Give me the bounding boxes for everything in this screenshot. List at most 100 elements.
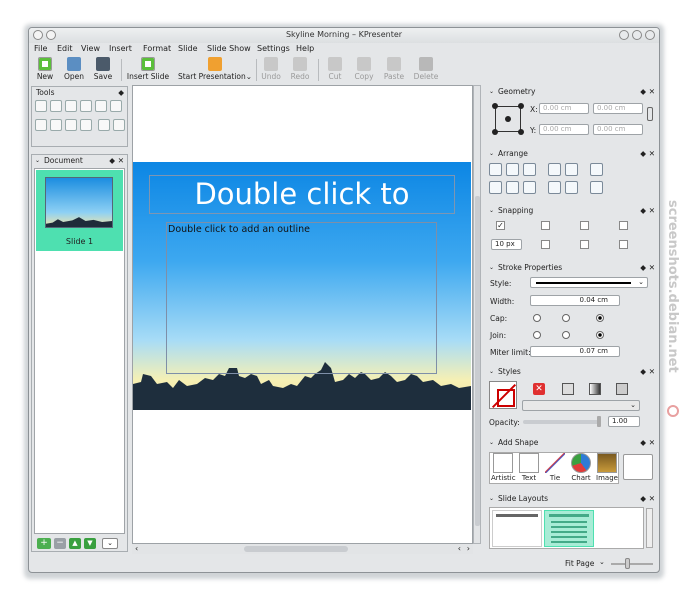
zoom-slider[interactable]: [611, 563, 653, 565]
snap-distance-field[interactable]: 10 px: [491, 239, 522, 250]
redo-button[interactable]: Redo: [288, 55, 312, 85]
height-field[interactable]: 0.00 cm: [593, 124, 643, 135]
formula-tool-icon[interactable]: [35, 119, 47, 131]
shape-collection-chooser[interactable]: [623, 454, 653, 480]
snap-orthogonal-checkbox[interactable]: [541, 221, 550, 230]
close-icon[interactable]: ✕: [649, 493, 655, 504]
vertical-scrollbar[interactable]: [473, 85, 481, 544]
path-tool-icon[interactable]: [50, 100, 62, 112]
tie-shape[interactable]: Tie: [543, 453, 567, 482]
image-shape[interactable]: Image: [595, 453, 619, 482]
group-icon[interactable]: [590, 163, 603, 176]
artistic-text-shape[interactable]: Artistic: [491, 453, 516, 482]
raise-icon[interactable]: [565, 163, 578, 176]
x-position-field[interactable]: 0.00 cm: [539, 103, 589, 114]
pencil-tool-icon[interactable]: [110, 100, 122, 112]
close-icon[interactable]: [645, 30, 655, 40]
scroll-left-icon[interactable]: ‹: [458, 544, 461, 553]
slide-canvas[interactable]: Double click to Double click to add an o…: [132, 85, 473, 544]
align-right-icon[interactable]: [523, 163, 536, 176]
gradient-tool-icon[interactable]: [50, 119, 62, 131]
menu-help[interactable]: Help: [296, 44, 314, 53]
opacity-slider[interactable]: [523, 420, 599, 424]
bring-forward-icon[interactable]: [548, 163, 561, 176]
snap-node-checkbox[interactable]: [580, 221, 589, 230]
cap-round-radio[interactable]: [562, 314, 570, 322]
align-middle-icon[interactable]: [506, 181, 519, 194]
y-position-field[interactable]: 0.00 cm: [539, 124, 589, 135]
scroll-left-icon[interactable]: ‹: [135, 544, 138, 553]
delete-button[interactable]: Delete: [412, 55, 440, 85]
menu-slide[interactable]: Slide: [178, 44, 198, 53]
layouts-scrollbar[interactable]: [646, 508, 653, 548]
join-round-radio[interactable]: [562, 331, 570, 339]
ungroup-icon[interactable]: [590, 181, 603, 194]
join-miter-radio[interactable]: [533, 331, 541, 339]
zoom-tool-icon[interactable]: [98, 119, 110, 131]
lock-ratio-icon[interactable]: [647, 107, 653, 121]
align-bottom-icon[interactable]: [523, 181, 536, 194]
menu-settings[interactable]: Settings: [257, 44, 290, 53]
close-icon[interactable]: ✕: [649, 366, 655, 377]
send-backward-icon[interactable]: [548, 181, 561, 194]
menu-format[interactable]: Format: [143, 44, 171, 53]
snap-intersection-checkbox[interactable]: [541, 240, 550, 249]
new-button[interactable]: New: [33, 55, 57, 85]
pan-tool-icon[interactable]: [113, 119, 125, 131]
horizontal-scrollbar[interactable]: ‹ ‹ ›: [132, 544, 473, 554]
opacity-slider-handle[interactable]: [597, 416, 601, 427]
menu-slide-show[interactable]: Slide Show: [207, 44, 251, 53]
menu-insert[interactable]: Insert: [109, 44, 132, 53]
align-left-icon[interactable]: [489, 163, 502, 176]
lower-icon[interactable]: [565, 181, 578, 194]
pattern-fill-icon[interactable]: [616, 383, 628, 395]
save-button[interactable]: Save: [91, 55, 115, 85]
float-icon[interactable]: ◆: [118, 87, 124, 98]
video-tool-icon[interactable]: [80, 119, 92, 131]
anchor-selector[interactable]: [491, 102, 525, 136]
chevron-down-icon[interactable]: ⌄: [599, 558, 605, 566]
undo-button[interactable]: Undo: [259, 55, 283, 85]
miter-limit-field[interactable]: 0.07 cm: [530, 346, 620, 357]
scroll-right-icon[interactable]: ›: [467, 544, 470, 553]
open-button[interactable]: Open: [61, 55, 87, 85]
snap-extension-checkbox[interactable]: [619, 221, 628, 230]
snap-grid-checkbox[interactable]: ✓: [496, 221, 505, 230]
no-fill-icon[interactable]: ✕: [533, 383, 545, 395]
remove-slide-icon[interactable]: −: [54, 538, 66, 549]
move-up-icon[interactable]: ▲: [69, 538, 81, 549]
close-icon[interactable]: ✕: [118, 155, 124, 166]
insert-slide-button[interactable]: Insert Slide: [126, 55, 170, 85]
stroke-fill-selector[interactable]: [489, 381, 517, 409]
stroke-width-field[interactable]: 0.04 cm: [530, 295, 620, 306]
text-tool-icon[interactable]: [95, 100, 107, 112]
vertical-scroll-thumb[interactable]: [475, 196, 480, 526]
close-icon[interactable]: ✕: [649, 86, 655, 97]
shape-tool-icon[interactable]: [80, 100, 92, 112]
outline-placeholder[interactable]: Double click to add an outline: [166, 222, 437, 374]
slide[interactable]: Double click to Double click to add an o…: [133, 162, 471, 410]
layout-title-only[interactable]: [492, 510, 542, 547]
layout-title-and-text[interactable]: [544, 510, 594, 547]
width-field[interactable]: 0.00 cm: [593, 103, 643, 114]
close-icon[interactable]: ✕: [649, 437, 655, 448]
close-icon[interactable]: ✕: [649, 205, 655, 216]
minimize-icon[interactable]: [619, 30, 629, 40]
start-presentation-button[interactable]: Start Presentation⌄: [177, 55, 253, 85]
chart-shape[interactable]: Chart: [569, 453, 593, 482]
close-icon[interactable]: ✕: [649, 148, 655, 159]
pattern-tool-icon[interactable]: [65, 119, 77, 131]
slide-thumbnail-item[interactable]: Slide 1: [36, 170, 123, 251]
close-icon[interactable]: ✕: [649, 262, 655, 273]
align-center-icon[interactable]: [506, 163, 519, 176]
opacity-field[interactable]: 1.00: [608, 416, 640, 427]
cut-button[interactable]: Cut: [324, 55, 346, 85]
text-shape[interactable]: Text: [517, 453, 541, 482]
snap-line-guide-checkbox[interactable]: [619, 240, 628, 249]
align-top-icon[interactable]: [489, 181, 502, 194]
move-down-icon[interactable]: ▼: [84, 538, 96, 549]
zoom-select[interactable]: Fit Page: [565, 559, 594, 568]
maximize-icon[interactable]: [632, 30, 642, 40]
view-mode-icon[interactable]: ⌄: [102, 538, 118, 549]
line-style-select[interactable]: ⌄: [530, 277, 648, 288]
